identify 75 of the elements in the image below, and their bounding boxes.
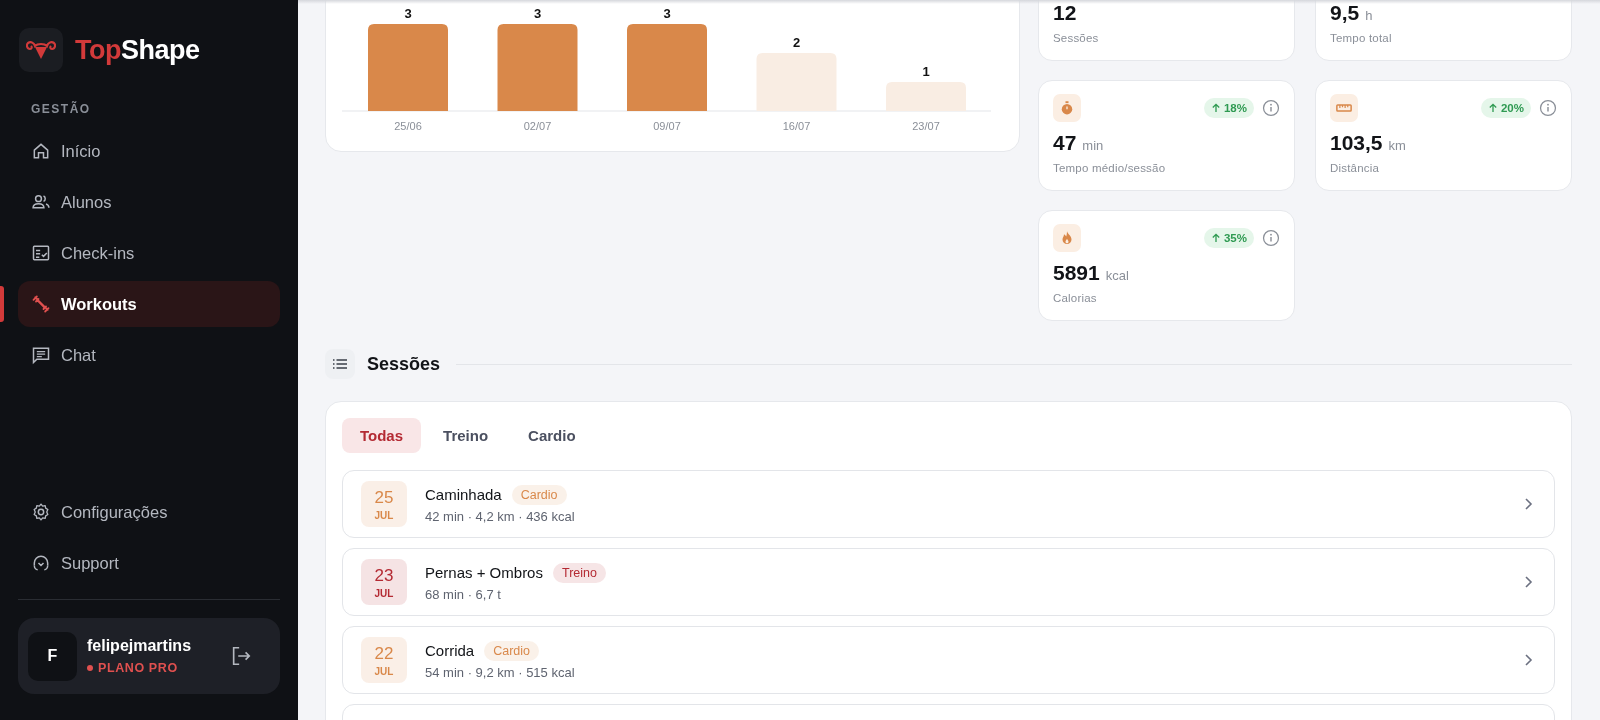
stat-label: Distância	[1330, 162, 1381, 174]
session-tag: Cardio	[484, 640, 539, 661]
session-row[interactable]: 22 JUL Corrida Cardio 54 min · 9,2 km · 515 kcal	[342, 626, 1555, 694]
status-dot	[87, 665, 93, 671]
trend-badge: 20%	[1480, 98, 1531, 118]
date-month: JUL	[374, 665, 394, 677]
session-tag: Treino	[552, 562, 606, 583]
session-title: Corrida	[425, 642, 475, 659]
date-day: 23	[374, 565, 394, 586]
stat-unit: min	[1082, 138, 1104, 153]
stat-value: 5891	[1053, 261, 1100, 285]
plan-label: PLANO PRO	[98, 661, 178, 675]
stat-value: 47	[1053, 131, 1077, 155]
session-title: Pernas + Ombros	[425, 564, 543, 581]
stat-value: 9,5	[1330, 1, 1360, 25]
session-title: Caminhada	[425, 486, 502, 503]
date-month: JUL	[374, 587, 394, 599]
axis-label: 25/06	[394, 120, 422, 132]
stat-label: Tempo médio/sessão	[1053, 162, 1167, 174]
session-row[interactable]: 23 JUL Pernas + Ombros Treino 68 min · 6,7 t	[342, 548, 1555, 616]
info-icon[interactable]	[1262, 229, 1280, 247]
stat-label: Calorias	[1053, 292, 1098, 304]
nav-item[interactable]: Chat	[18, 332, 280, 378]
axis-label: 09/07	[653, 120, 681, 132]
stat-label: Sessões	[1053, 32, 1100, 44]
nav-item[interactable]: Início	[18, 128, 280, 174]
chat-icon	[31, 345, 51, 365]
section-label: GESTÃO	[31, 102, 92, 116]
section-title: Sessões	[367, 353, 441, 375]
active-indicator	[0, 286, 4, 322]
logo-icon	[19, 28, 63, 72]
filter-tab[interactable]: Todas	[342, 418, 422, 453]
bar-value: 1	[922, 64, 930, 79]
date-month: JUL	[374, 509, 394, 521]
nav-item[interactable]: Check-ins	[18, 230, 280, 276]
brand-name: TopShape	[75, 34, 200, 66]
filter-tab[interactable]: Cardio	[510, 418, 594, 453]
info-icon[interactable]	[1262, 99, 1280, 117]
trend-badge: 35%	[1203, 228, 1254, 248]
session-row[interactable]: 25 JUL Caminhada Cardio 42 min · 4,2 km · 436 kcal	[342, 470, 1555, 538]
axis-label: 23/07	[912, 120, 940, 132]
nav-item[interactable]: Support	[18, 540, 280, 586]
checklist-icon	[31, 243, 51, 263]
info-icon[interactable]	[1539, 99, 1557, 117]
nav-item[interactable]: Alunos	[18, 179, 280, 225]
people-icon	[31, 192, 51, 212]
filter-tab[interactable]: Treino	[425, 418, 507, 453]
session-details: 68 min · 6,7 t	[425, 586, 502, 602]
bar-value: 3	[404, 6, 412, 21]
avatar: F	[28, 631, 77, 681]
axis-label: 02/07	[523, 120, 552, 132]
nav-item[interactable]: Configurações	[18, 489, 280, 535]
stat-unit: h	[1365, 8, 1373, 23]
stat-unit: km	[1388, 138, 1406, 153]
bar-value: 3	[663, 6, 671, 21]
home-icon	[31, 141, 51, 161]
logout-icon[interactable]	[230, 645, 252, 667]
session-details: 54 min · 9,2 km · 515 kcal	[425, 664, 575, 680]
session-details: 42 min · 4,2 km · 436 kcal	[425, 508, 575, 524]
stat-value: 103,5	[1330, 131, 1383, 155]
gear-icon	[31, 502, 51, 522]
stat-label: Tempo total	[1330, 32, 1393, 44]
date-day: 25	[374, 487, 394, 508]
date-day: 22	[374, 643, 394, 664]
list-icon	[325, 349, 355, 379]
session-tag: Cardio	[511, 484, 567, 505]
trend-badge: 18%	[1203, 98, 1254, 118]
headset-icon	[31, 553, 51, 573]
axis-label: 16/07	[782, 120, 811, 132]
bar-value: 2	[792, 35, 801, 50]
dumbbell-icon	[31, 294, 51, 314]
user-name: felipejmartins	[87, 637, 192, 655]
stat-unit: kcal	[1105, 268, 1129, 283]
stat-value: 12	[1053, 1, 1077, 25]
bar-value: 3	[533, 6, 542, 21]
